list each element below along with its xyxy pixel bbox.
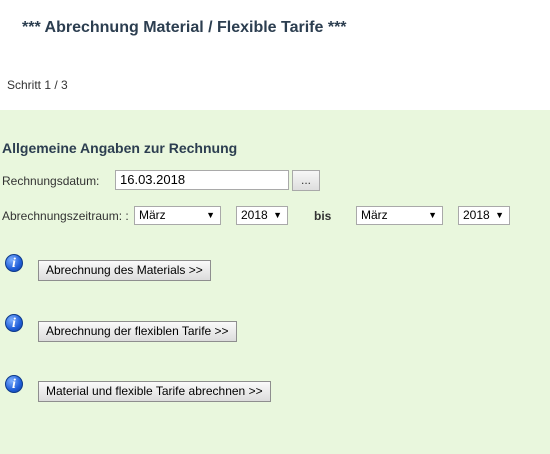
to-label: bis xyxy=(314,209,332,223)
to-month-value: März xyxy=(361,208,388,222)
bill-materials-button[interactable]: Abrechnung des Materials >> xyxy=(38,260,211,281)
from-month-value: März xyxy=(139,208,166,222)
info-icon[interactable]: i xyxy=(5,314,23,332)
chevron-down-icon: ▼ xyxy=(495,210,504,220)
date-picker-button[interactable]: ... xyxy=(292,170,320,191)
period-label: Abrechnungszeitraum: : xyxy=(2,209,129,223)
chevron-down-icon: ▼ xyxy=(428,210,437,220)
to-month-select[interactable]: März ▼ xyxy=(356,206,443,225)
bill-flexible-tariffs-button[interactable]: Abrechnung der flexiblen Tarife >> xyxy=(38,321,237,342)
page-title: *** Abrechnung Material / Flexible Tarif… xyxy=(22,19,347,36)
from-month-select[interactable]: März ▼ xyxy=(134,206,221,225)
invoice-date-label: Rechnungsdatum: xyxy=(2,174,100,188)
step-indicator: Schritt 1 / 3 xyxy=(7,78,68,92)
from-year-value: 2018 xyxy=(241,208,268,222)
to-year-value: 2018 xyxy=(463,208,490,222)
info-icon[interactable]: i xyxy=(5,254,23,272)
chevron-down-icon: ▼ xyxy=(273,210,282,220)
to-year-select[interactable]: 2018 ▼ xyxy=(458,206,510,225)
chevron-down-icon: ▼ xyxy=(206,210,215,220)
invoice-date-input[interactable]: 16.03.2018 xyxy=(115,170,289,190)
header-area: *** Abrechnung Material / Flexible Tarif… xyxy=(0,0,550,110)
section-title: Allgemeine Angaben zur Rechnung xyxy=(2,140,238,156)
from-year-select[interactable]: 2018 ▼ xyxy=(236,206,288,225)
form-panel: Allgemeine Angaben zur Rechnung Rechnung… xyxy=(0,110,550,454)
bill-materials-and-tariffs-button[interactable]: Material und flexible Tarife abrechnen >… xyxy=(38,381,271,402)
info-icon[interactable]: i xyxy=(5,375,23,393)
